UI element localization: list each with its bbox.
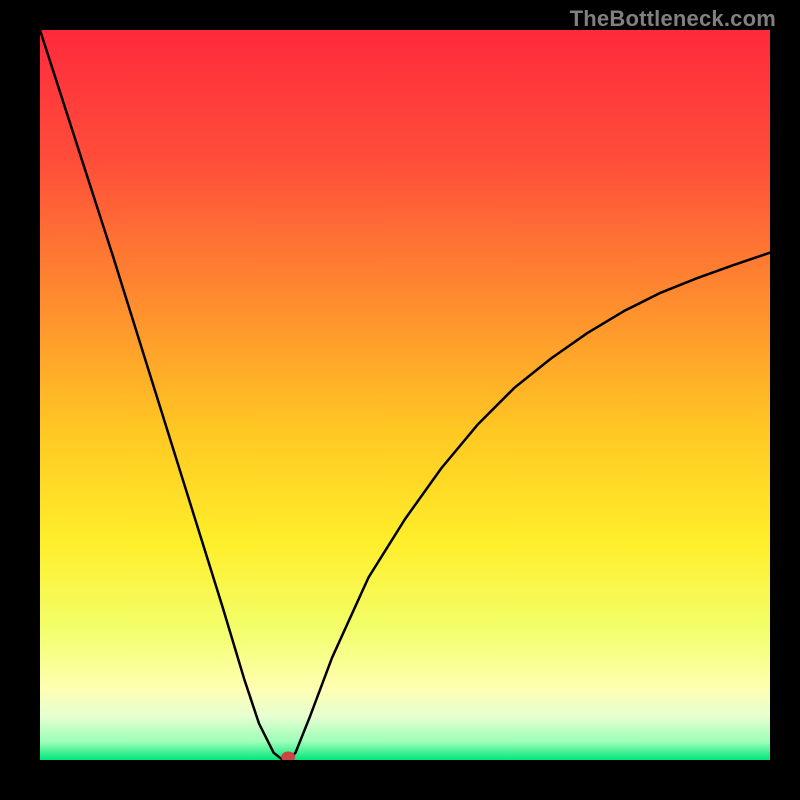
plot-background — [40, 30, 770, 760]
watermark-text: TheBottleneck.com — [570, 6, 776, 32]
chart-frame: TheBottleneck.com — [0, 0, 800, 800]
chart-area — [40, 30, 770, 760]
chart-svg — [40, 30, 770, 760]
